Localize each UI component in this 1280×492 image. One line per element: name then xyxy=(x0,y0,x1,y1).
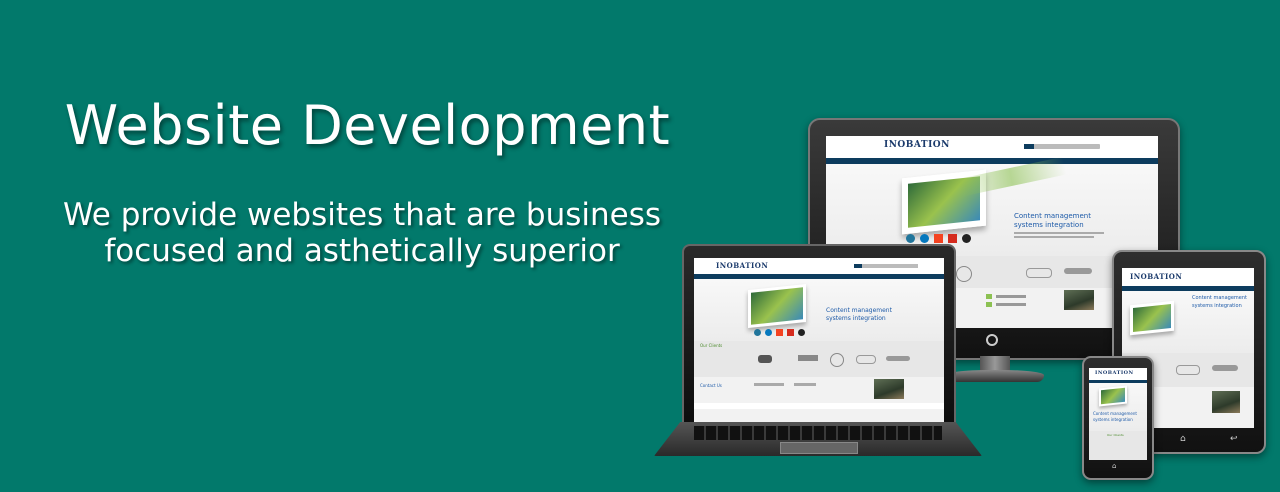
hero-subtitle: We provide websites that are business fo… xyxy=(18,197,706,269)
laptop-keyboard-base xyxy=(654,422,982,456)
laptop: INOBATION Content management systems int… xyxy=(682,244,956,428)
phone-clients-heading: Our Clients xyxy=(1107,433,1124,437)
laptop-site-logo: INOBATION xyxy=(716,261,769,270)
laptop-clients-heading: Our Clients xyxy=(700,343,723,348)
phone-home-icon: ⌂ xyxy=(1112,462,1117,470)
laptop-contact-heading: Contact Us xyxy=(700,383,722,388)
site-hero: Content management systems integration xyxy=(826,156,1158,256)
phone-site-logo: INOBATION xyxy=(1095,370,1134,376)
hero-subtitle-line-2: focused and asthetically superior xyxy=(104,233,620,269)
laptop-headline-line-2: systems integration xyxy=(826,315,886,322)
laptop-screen: INOBATION Content management systems int… xyxy=(694,258,944,424)
phone-headline-line-2: systems integration xyxy=(1093,417,1133,422)
tablet-headline-line-1: Content management xyxy=(1192,295,1247,301)
power-icon xyxy=(986,334,998,346)
phone-screen: INOBATION Content management systems int… xyxy=(1089,368,1147,460)
responsive-devices-illustration: INOBATION Content management systems int… xyxy=(640,110,1280,492)
laptop-cms-logos xyxy=(754,329,805,336)
back-icon: ↩ xyxy=(1230,434,1238,444)
cms-logos xyxy=(906,234,971,243)
hero-title: Website Development xyxy=(64,94,671,157)
hero-subtitle-line-1: We provide websites that are business xyxy=(62,197,662,233)
site-headline-line-2: systems integration xyxy=(1014,221,1084,229)
site-headline-line-1: Content management xyxy=(1014,212,1091,220)
site-logo: INOBATION xyxy=(884,140,950,150)
phone-headline-line-1: Content management xyxy=(1093,411,1137,416)
tablet-headline-line-2: systems integration xyxy=(1192,303,1242,309)
laptop-headline-line-1: Content management xyxy=(826,307,892,314)
home-icon: ⌂ xyxy=(1180,434,1186,444)
tablet-site-logo: INOBATION xyxy=(1130,272,1183,281)
monitor-base xyxy=(946,370,1044,382)
phone: INOBATION Content management systems int… xyxy=(1082,356,1154,480)
hero-banner: Website Development We provide websites … xyxy=(0,0,1280,492)
